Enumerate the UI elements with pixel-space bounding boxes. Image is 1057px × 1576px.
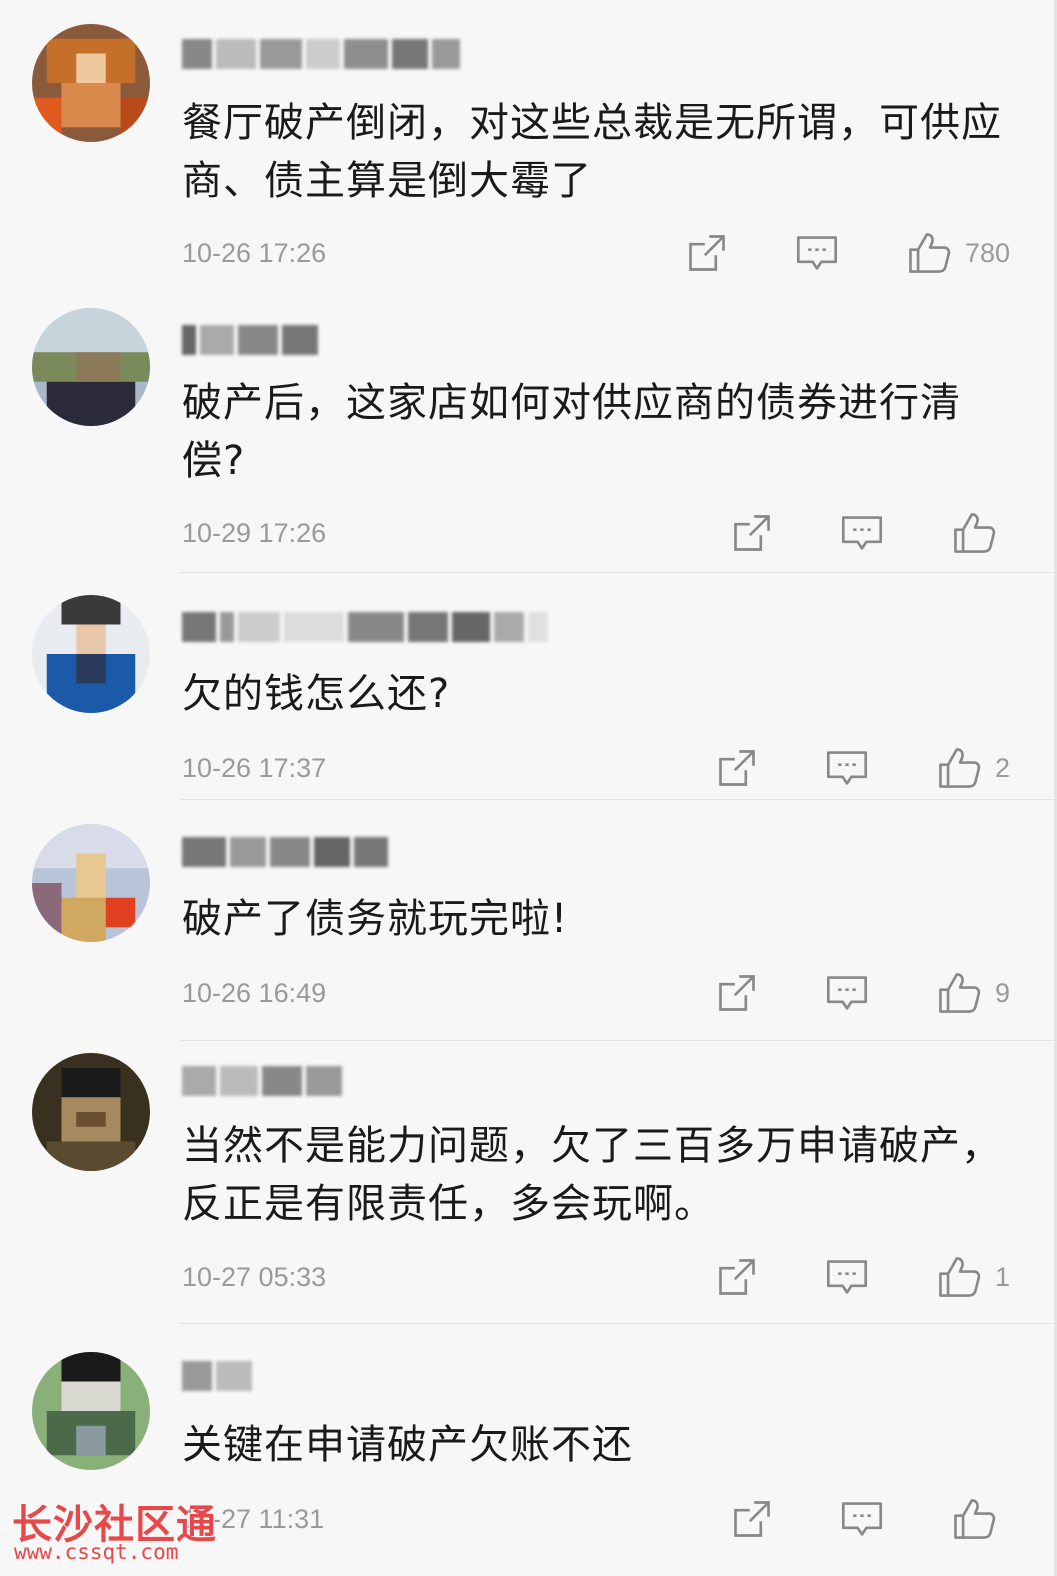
- reply-button[interactable]: [825, 746, 869, 790]
- share-icon: [734, 1501, 770, 1537]
- avatar-image: [32, 308, 150, 426]
- share-button[interactable]: [715, 971, 759, 1015]
- comment-text: 破产后，这家店如何对供应商的债券进行清偿?: [182, 380, 961, 484]
- username-blurred[interactable]: [182, 1063, 346, 1099]
- comment-time: 10-26 17:26: [182, 238, 327, 268]
- thumbs-up-icon: [939, 1257, 981, 1297]
- username-blurred[interactable]: [182, 1358, 256, 1394]
- like-button[interactable]: 2: [935, 744, 1010, 792]
- comment-text: 关键在申请破产欠账不还: [182, 1422, 633, 1468]
- avatar[interactable]: [32, 595, 150, 713]
- comment-icon: [826, 1260, 867, 1294]
- comment-time: 10-27 05:33: [182, 1262, 327, 1292]
- share-button[interactable]: [730, 511, 774, 555]
- share-icon: [719, 750, 755, 786]
- share-button[interactable]: [715, 1255, 759, 1299]
- avatar[interactable]: [32, 308, 150, 426]
- reply-button[interactable]: [840, 1497, 884, 1541]
- avatar-image: [32, 1352, 150, 1470]
- share-button[interactable]: [730, 1497, 774, 1541]
- share-icon: [689, 235, 725, 271]
- like-count: 9: [994, 977, 1010, 1008]
- comment-actions: 1: [715, 1252, 1010, 1302]
- comment-actions: 780: [685, 228, 1010, 278]
- comment-actions: 9: [715, 968, 1010, 1018]
- username-blurred[interactable]: [182, 36, 464, 72]
- comment-time: 10-29 17:26: [182, 518, 327, 548]
- comment-icon: [826, 751, 867, 785]
- site-watermark: 长沙社区通 www.cssqt.com: [12, 1492, 242, 1572]
- comment-item: 餐厅破产倒闭，对这些总裁是无所谓，可供应商、债主算是倒大霉了 10-26 17:…: [0, 0, 1050, 290]
- avatar[interactable]: [32, 824, 150, 942]
- avatar[interactable]: [32, 1053, 150, 1171]
- reply-button[interactable]: [825, 971, 869, 1015]
- avatar-image: [32, 1053, 150, 1171]
- avatar[interactable]: [32, 24, 150, 142]
- username-blurred[interactable]: [182, 322, 322, 358]
- avatar-image: [32, 595, 150, 713]
- share-button[interactable]: [715, 746, 759, 790]
- comment-text: 当然不是能力问题，欠了三百多万申请破产，反正是有限责任，多会玩啊。: [182, 1123, 1002, 1227]
- comment-item: 当然不是能力问题，欠了三百多万申请破产，反正是有限责任，多会玩啊。 10-27 …: [0, 1041, 1050, 1323]
- comment-text: 破产了债务就玩完啦!: [182, 896, 569, 942]
- comment-actions: [730, 1494, 1010, 1544]
- thumbs-up-icon: [939, 748, 981, 788]
- share-button[interactable]: [685, 231, 729, 275]
- like-button[interactable]: 9: [935, 969, 1010, 1017]
- like-button[interactable]: 1: [935, 1253, 1010, 1301]
- username-blurred[interactable]: [182, 834, 392, 870]
- avatar[interactable]: [32, 1352, 150, 1470]
- thumbs-up-icon: [954, 513, 996, 553]
- share-icon: [719, 1259, 755, 1295]
- comment-icon: [826, 976, 867, 1010]
- comment-icon: [841, 516, 883, 550]
- watermark-url: www.cssqt.com: [14, 1540, 179, 1564]
- comment-time: 10-26 17:37: [182, 753, 327, 783]
- like-button[interactable]: [950, 1495, 1010, 1543]
- share-icon: [719, 975, 755, 1011]
- comment-item: 破产后，这家店如何对供应商的债券进行清偿? 10-29 17:26: [0, 290, 1050, 572]
- reply-button[interactable]: [825, 1255, 869, 1299]
- like-button[interactable]: 780: [905, 229, 1010, 277]
- avatar-image: [32, 24, 150, 142]
- thumbs-up-icon: [939, 973, 981, 1013]
- like-count: 2: [994, 752, 1010, 783]
- share-icon: [734, 515, 770, 551]
- like-button[interactable]: [950, 509, 1010, 557]
- comment-list: 餐厅破产倒闭，对这些总裁是无所谓，可供应商、债主算是倒大霉了 10-26 17:…: [0, 0, 1057, 1576]
- comment-text: 欠的钱怎么还?: [182, 671, 451, 717]
- comment-actions: [730, 508, 1010, 558]
- comment-actions: 2: [715, 743, 1010, 793]
- comment-time: 10-26 16:49: [182, 978, 327, 1008]
- like-count: 1: [994, 1261, 1010, 1292]
- username-blurred[interactable]: [182, 609, 552, 645]
- comment-item: 欠的钱怎么还? 10-26 17:37 2: [0, 573, 1050, 799]
- like-count: 780: [964, 237, 1010, 268]
- thumbs-up-icon: [909, 233, 951, 273]
- comment-icon: [841, 1502, 883, 1536]
- reply-button[interactable]: [840, 511, 884, 555]
- comment-icon: [796, 236, 837, 270]
- avatar-image: [32, 824, 150, 942]
- comment-item: 破产了债务就玩完啦! 10-26 16:49 9: [0, 800, 1050, 1040]
- reply-button[interactable]: [795, 231, 839, 275]
- comment-text: 餐厅破产倒闭，对这些总裁是无所谓，可供应商、债主算是倒大霉了: [182, 100, 1002, 204]
- thumbs-up-icon: [954, 1499, 996, 1539]
